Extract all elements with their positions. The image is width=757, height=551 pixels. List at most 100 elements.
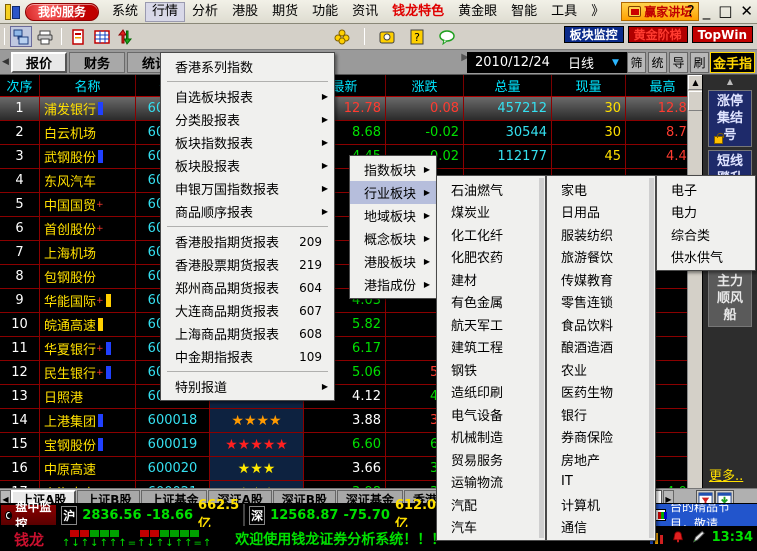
menu-item[interactable]: 商品顺序报表 ▶ <box>161 200 334 223</box>
industry-item[interactable]: 电力 <box>657 201 755 224</box>
cell-name[interactable]: 日照港 <box>40 385 136 408</box>
industry-item[interactable]: 房地产 <box>547 448 655 471</box>
minimize-button[interactable]: _ <box>703 2 711 20</box>
menu-item[interactable]: 分类股报表 ▶ <box>161 108 334 131</box>
col-header-change[interactable]: 涨跌 <box>386 75 464 96</box>
industry-item[interactable]: 航天军工 <box>437 313 545 336</box>
industry-item[interactable]: 券商保险 <box>547 426 655 449</box>
menu-item[interactable]: 申银万国指数报表 ▶ <box>161 177 334 200</box>
maximize-button[interactable]: □ <box>718 2 732 20</box>
industry-item[interactable]: 旅游餐饮 <box>547 246 655 269</box>
menu-futures[interactable]: 期货 <box>265 2 305 22</box>
col-header-volume[interactable]: 总量 <box>464 75 552 96</box>
chat-icon[interactable] <box>436 26 458 47</box>
industry-item[interactable]: 汽配 <box>437 493 545 516</box>
ticker-index[interactable]: 沪 2836.56 -18.66 662.5亿 <box>57 498 246 532</box>
menu-item[interactable]: 板块股报表 ▶ <box>161 154 334 177</box>
cell-name[interactable]: 上海电力 <box>40 481 136 488</box>
industry-item[interactable]: 煤炭业 <box>437 201 545 224</box>
table-icon[interactable] <box>91 26 113 47</box>
industry-item[interactable]: 建材 <box>437 268 545 291</box>
panel-scroll-up-icon[interactable]: ▲ <box>703 75 757 87</box>
industry-menu-scrollbar-b[interactable] <box>649 178 654 538</box>
feature-button[interactable]: 涨停 集结号 <box>708 90 752 147</box>
cell-name[interactable]: 华能国际 + <box>40 289 136 312</box>
menu-item[interactable]: 大连商品期货报表 607 <box>161 299 334 322</box>
menu-quotes[interactable]: 行情 <box>145 1 186 22</box>
menu-analysis[interactable]: 分析 <box>185 2 225 22</box>
feature-button[interactable]: 主力 顺风船 <box>708 270 752 327</box>
industry-item[interactable]: 家电 <box>547 178 655 201</box>
industry-item[interactable]: 机械制造 <box>437 426 545 449</box>
industry-item[interactable]: 电子 <box>657 178 755 201</box>
cell-name[interactable]: 包钢股份 <box>40 265 136 288</box>
industry-item[interactable]: 建筑工程 <box>437 336 545 359</box>
industry-item[interactable]: 汽车 <box>437 516 545 539</box>
flower-icon[interactable] <box>331 26 353 47</box>
menu-item[interactable]: 中金期指报表 109 <box>161 345 334 368</box>
table-row[interactable]: 1浦发银行60000012.780.084572123012.87 <box>0 97 702 121</box>
stats-button[interactable]: 统 <box>648 52 667 73</box>
tab-finance[interactable]: 财务 <box>69 51 125 73</box>
industry-item[interactable]: 酿酒造酒 <box>547 336 655 359</box>
industry-item[interactable]: 计算机 <box>547 493 655 516</box>
table-vertical-scrollbar[interactable]: ▲ <box>687 75 703 488</box>
close-button[interactable]: ✕ <box>740 2 753 20</box>
sector-menu-item[interactable]: 港股板块 ▶ <box>350 250 436 273</box>
industry-item[interactable]: 通信 <box>547 516 655 539</box>
industry-item[interactable]: 医药生物 <box>547 381 655 404</box>
bell-tray-icon[interactable] <box>671 529 685 545</box>
scroll-thumb[interactable] <box>688 91 703 111</box>
tab-quote[interactable]: 报价 <box>11 51 67 73</box>
date-period-box[interactable]: 2010/12/24 日线 ▼ <box>467 52 637 73</box>
cell-name[interactable]: 首创股份 + <box>40 217 136 240</box>
cell-name[interactable]: 浦发银行 <box>40 97 136 120</box>
export-button[interactable]: 导 <box>669 52 688 73</box>
cell-name[interactable]: 上港集团 <box>40 409 136 432</box>
menu-functions[interactable]: 功能 <box>305 2 345 22</box>
industry-item[interactable]: 化工化纤 <box>437 223 545 246</box>
cell-name[interactable]: 东风汽车 <box>40 169 136 192</box>
industry-item[interactable]: IT <box>547 471 655 494</box>
menu-hkstock[interactable]: 港股 <box>225 2 265 22</box>
sector-menu-item[interactable]: 港指成份 ▶ <box>350 273 436 296</box>
tabstrip-left-arrow-icon[interactable]: ◀ <box>0 51 11 74</box>
menu-overflow-chevron-icon[interactable]: 》 <box>584 2 611 22</box>
menu-item[interactable]: 香港股票期货报表 219 <box>161 253 334 276</box>
menu-item[interactable]: 郑州商品期货报表 604 <box>161 276 334 299</box>
sector-menu-item[interactable]: 地域板块 ▶ <box>350 204 436 227</box>
print-icon[interactable] <box>34 26 56 47</box>
menu-tools[interactable]: 工具 <box>544 2 584 22</box>
industry-item[interactable]: 化肥农药 <box>437 246 545 269</box>
menu-item-hk-index-series[interactable]: 香港系列指数 <box>161 55 334 78</box>
refresh-button[interactable]: 刷 <box>690 52 709 73</box>
industry-item[interactable]: 有色金属 <box>437 291 545 314</box>
industry-item[interactable]: 贸易服务 <box>437 448 545 471</box>
more-link[interactable]: 更多.. <box>709 465 743 484</box>
industry-menu-scrollbar[interactable] <box>539 178 544 538</box>
menu-item[interactable]: 香港股指期货报表 209 <box>161 230 334 253</box>
menu-item[interactable]: 自选板块报表 ▶ <box>161 85 334 108</box>
pencil-tray-icon[interactable] <box>691 529 706 545</box>
cell-name[interactable]: 武钢股份 <box>40 145 136 168</box>
col-header-current-vol[interactable]: 现量 <box>552 75 626 96</box>
industry-item[interactable]: 供水供气 <box>657 246 755 269</box>
cell-name[interactable]: 民生银行 + <box>40 361 136 384</box>
menu-item[interactable]: 板块指数报表 ▶ <box>161 131 334 154</box>
network-icon[interactable] <box>10 26 32 47</box>
help-icon[interactable]: ? <box>687 2 695 20</box>
intraday-monitor-button[interactable]: 盘中监控 <box>0 500 58 531</box>
cell-name[interactable]: 上海机场 <box>40 241 136 264</box>
scroll-up-icon[interactable]: ▲ <box>688 75 703 90</box>
industry-item[interactable]: 银行 <box>547 403 655 426</box>
golden-ladder-button[interactable]: 黄金阶梯 <box>627 26 688 43</box>
industry-item[interactable]: 日用品 <box>547 201 655 224</box>
cell-name[interactable]: 宝钢股份 <box>40 433 136 456</box>
cell-name[interactable]: 中国国贸 + <box>40 193 136 216</box>
sector-menu-item[interactable]: 指数板块 ▶ <box>350 158 436 181</box>
table-row[interactable]: 2白云机场6000048.68-0.0230544308.73 <box>0 121 702 145</box>
industry-item[interactable]: 传媒教育 <box>547 268 655 291</box>
updown-icon[interactable] <box>115 26 137 47</box>
sector-menu-item[interactable]: 概念板块 ▶ <box>350 227 436 250</box>
cell-name[interactable]: 华夏银行 + <box>40 337 136 360</box>
